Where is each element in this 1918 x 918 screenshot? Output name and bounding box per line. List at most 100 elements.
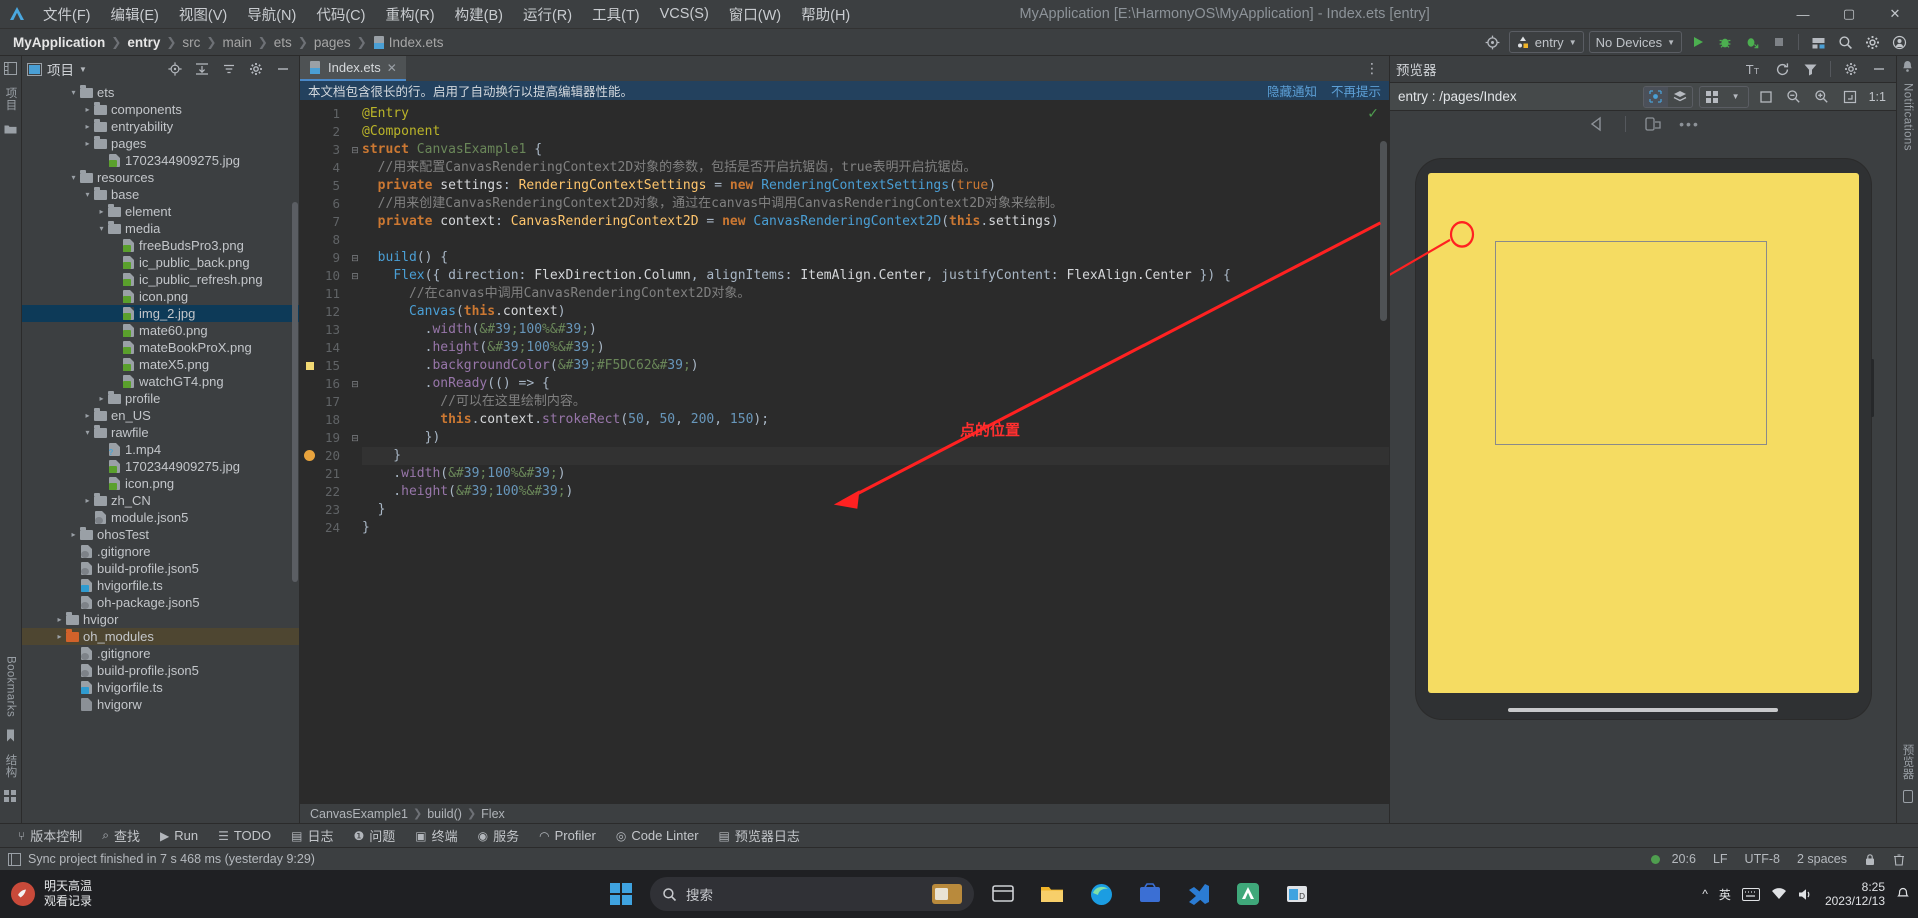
minimize-panel-icon[interactable] xyxy=(1868,59,1890,79)
tree-row[interactable]: mate60.png xyxy=(22,322,299,339)
search-icon[interactable] xyxy=(1834,32,1856,52)
language-indicator[interactable]: 英 xyxy=(1719,886,1731,903)
vscode-icon[interactable] xyxy=(1179,874,1219,914)
code-line[interactable]: //在canvas中调用CanvasRenderingContext2D对象。 xyxy=(362,285,1389,303)
tree-twisty-icon[interactable]: ▸ xyxy=(82,122,93,131)
menu-item-edit[interactable]: 编辑(E) xyxy=(102,1,168,28)
hide-notification-link[interactable]: 隐藏通知 xyxy=(1267,81,1317,100)
code-line[interactable]: .height(&#39;100%&#39;) xyxy=(362,483,1389,501)
tree-row[interactable]: icon.png xyxy=(22,475,299,492)
grid-icon[interactable] xyxy=(1700,87,1724,107)
tree-row[interactable]: module.json5 xyxy=(22,509,299,526)
indent-setting[interactable]: 2 spaces xyxy=(1792,852,1852,866)
keyboard-icon[interactable] xyxy=(1741,887,1760,901)
search-widget-thumb[interactable] xyxy=(932,884,962,904)
devtools-icon[interactable]: D xyxy=(1277,874,1317,914)
bookmark-icon[interactable] xyxy=(5,729,16,742)
tool-button-预览器日志[interactable]: ▤ 预览器日志 xyxy=(709,824,810,847)
more-icon[interactable]: ••• xyxy=(1679,114,1701,134)
zoom-in-icon[interactable] xyxy=(1811,87,1833,107)
preview-canvas[interactable] xyxy=(1427,173,1859,693)
tree-twisty-icon[interactable]: ▾ xyxy=(68,173,79,182)
menu-item-window[interactable]: 窗口(W) xyxy=(720,1,790,28)
menu-item-code[interactable]: 代码(C) xyxy=(307,1,374,28)
tree-twisty-icon[interactable]: ▸ xyxy=(54,615,65,624)
menu-item-navigate[interactable]: 导航(N) xyxy=(238,1,305,28)
target-icon[interactable] xyxy=(1482,32,1504,52)
tree-twisty-icon[interactable]: ▸ xyxy=(54,632,65,641)
right-rail-label-notifications[interactable]: Notifications xyxy=(1902,83,1914,151)
debug-icon[interactable] xyxy=(1714,32,1736,52)
previewer-layout-selector[interactable]: ▼ xyxy=(1698,85,1749,108)
code-line[interactable]: } xyxy=(362,447,1389,465)
tool-button-查找[interactable]: ⌕ 查找 xyxy=(92,824,150,847)
editor-breadcrumb-method[interactable]: build() xyxy=(427,807,462,821)
code-line[interactable]: @Component xyxy=(362,123,1389,141)
tree-twisty-icon[interactable]: ▸ xyxy=(82,105,93,114)
code-line[interactable]: private settings: RenderingContextSettin… xyxy=(362,177,1389,195)
run-config-selector[interactable]: entry ▼ xyxy=(1508,31,1584,53)
tree-row[interactable]: ? 1.mp4 xyxy=(22,441,299,458)
tree-twisty-icon[interactable]: ▸ xyxy=(82,411,93,420)
code-editor[interactable]: 1 2 3 4 5 6 7 8 9 10 11 12 13 14 15 16 17 18 19 20 21 22 23 24 … xyxy=(300,101,1389,803)
structure-icon[interactable] xyxy=(4,790,17,803)
breadcrumb-ets[interactable]: ets xyxy=(269,34,297,51)
tree-row[interactable]: .gitignore xyxy=(22,543,299,560)
profile-icon[interactable] xyxy=(1741,32,1763,52)
gear-icon[interactable] xyxy=(245,59,267,79)
code-line[interactable] xyxy=(362,231,1389,249)
fold-marker[interactable]: ⊟ xyxy=(348,375,362,393)
tree-twisty-icon[interactable]: ▸ xyxy=(82,496,93,505)
tool-button-Run[interactable]: ▶ Run xyxy=(150,824,208,847)
menu-item-tools[interactable]: 工具(T) xyxy=(583,1,649,28)
left-rail-label-project[interactable]: 项目 xyxy=(3,87,19,111)
previewer-stage[interactable] xyxy=(1390,137,1896,823)
code-line[interactable]: //用来配置CanvasRenderingContext2D对象的参数，包括是否… xyxy=(362,159,1389,177)
folder-tool-icon[interactable] xyxy=(4,123,17,134)
code-line[interactable]: .backgroundColor(&#39;#F5DC62&#39;) xyxy=(362,357,1389,375)
notification-icon[interactable] xyxy=(1896,887,1910,901)
editor-breadcrumb-struct[interactable]: CanvasExample1 xyxy=(310,807,408,821)
expand-icon[interactable] xyxy=(218,59,240,79)
account-icon[interactable] xyxy=(1888,32,1910,52)
left-rail-label-bookmarks[interactable]: Bookmarks xyxy=(5,656,17,717)
frame-icon[interactable] xyxy=(1755,87,1777,107)
code-line[interactable]: //用来创建CanvasRenderingContext2D对象，通过在canv… xyxy=(362,195,1389,213)
tree-row[interactable]: ▾ ets xyxy=(22,84,299,101)
tree-row[interactable]: ic_public_back.png xyxy=(22,254,299,271)
menu-item-view[interactable]: 视图(V) xyxy=(170,1,236,28)
menu-item-build[interactable]: 构建(B) xyxy=(446,1,512,28)
lock-icon[interactable] xyxy=(1859,853,1881,866)
tree-row[interactable]: mateBookProX.png xyxy=(22,339,299,356)
tree-twisty-icon[interactable]: ▾ xyxy=(82,428,93,437)
breadcrumb-pages[interactable]: pages xyxy=(309,34,356,51)
tree-row[interactable]: ▾ media xyxy=(22,220,299,237)
locate-icon[interactable] xyxy=(164,59,186,79)
right-rail-label-previewer[interactable]: 预览器 xyxy=(1900,744,1916,780)
tree-row[interactable]: ▸ hvigor xyxy=(22,611,299,628)
fold-marker[interactable]: ⊟ xyxy=(348,429,362,447)
fit-icon[interactable] xyxy=(1839,87,1861,107)
breadcrumb-module[interactable]: entry xyxy=(122,34,165,51)
code-line[interactable]: .width(&#39;100%&#39;) xyxy=(362,321,1389,339)
stop-icon[interactable] xyxy=(1768,32,1790,52)
code-content[interactable]: @Entry @Component struct CanvasExample1 { … xyxy=(362,101,1389,803)
tree-row[interactable]: ▸ zh_CN xyxy=(22,492,299,509)
breadcrumb-src[interactable]: src xyxy=(177,34,205,51)
code-line[interactable]: //可以在这里绘制内容。 xyxy=(362,393,1389,411)
tree-twisty-icon[interactable]: ▾ xyxy=(68,88,79,97)
close-icon[interactable]: ✕ xyxy=(387,61,397,75)
menu-item-vcs[interactable]: VCS(S) xyxy=(651,3,718,25)
tree-twisty-icon[interactable]: ▸ xyxy=(82,139,93,148)
file-encoding[interactable]: UTF-8 xyxy=(1740,852,1785,866)
tree-row[interactable]: hvigorfile.ts xyxy=(22,679,299,696)
tree-row[interactable]: ▸ entryability xyxy=(22,118,299,135)
rotate-left-icon[interactable] xyxy=(1586,114,1608,134)
menu-item-run[interactable]: 运行(R) xyxy=(514,1,581,28)
chevron-up-icon[interactable]: ^ xyxy=(1702,887,1708,901)
tree-row[interactable]: ▸ components xyxy=(22,101,299,118)
code-line[interactable]: }) xyxy=(362,429,1389,447)
store-icon[interactable] xyxy=(1130,874,1170,914)
refresh-icon[interactable] xyxy=(1771,59,1793,79)
maximize-button[interactable]: ▢ xyxy=(1826,0,1872,28)
